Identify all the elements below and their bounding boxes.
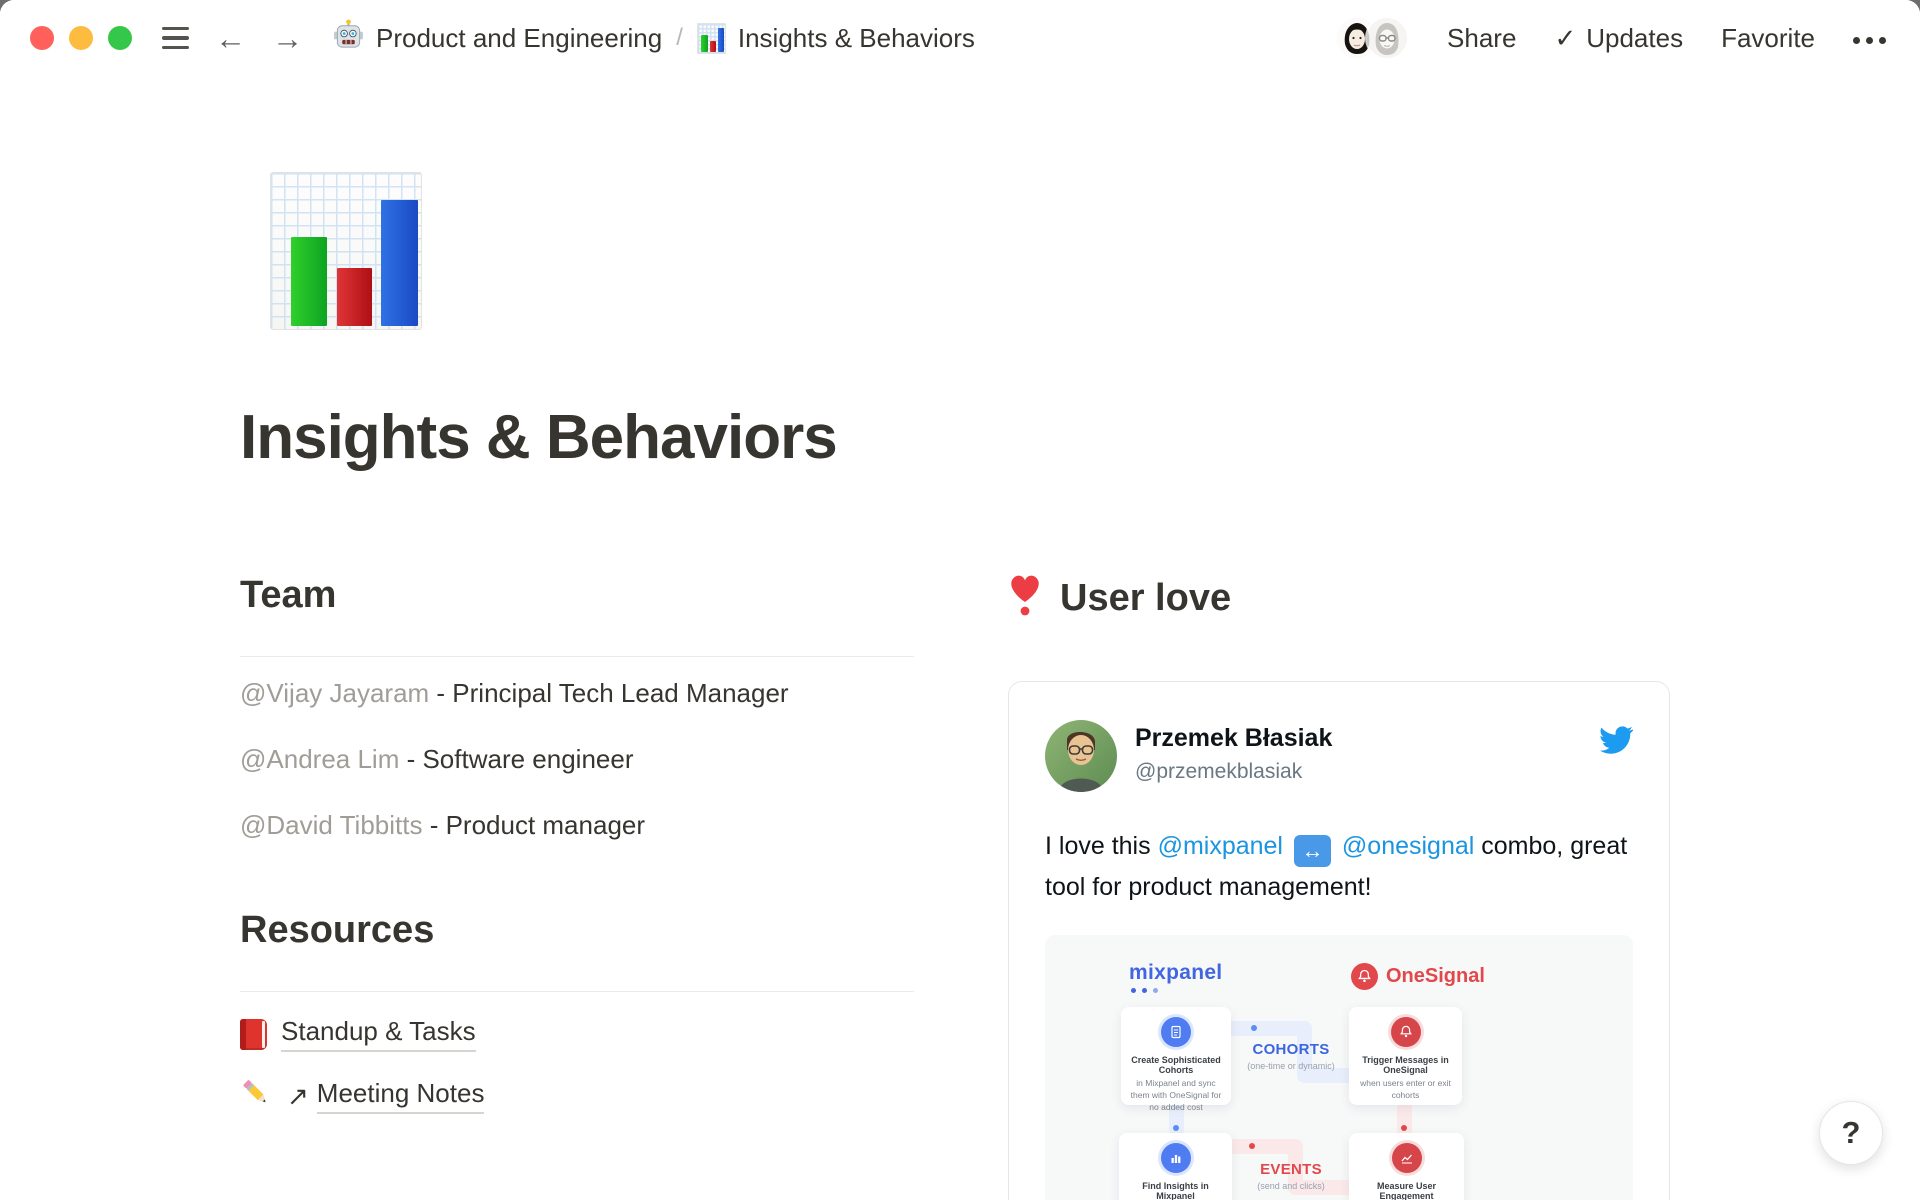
user-mention[interactable]: @David Tibbitts: [240, 810, 422, 840]
mixpanel-logo: mixpanel: [1129, 961, 1222, 993]
tweet-author-handle[interactable]: @przemekblasiak: [1135, 760, 1332, 784]
team-heading: Team: [240, 572, 914, 618]
right-column: User love: [1008, 572, 1670, 1200]
check-icon: ✓: [1554, 23, 1576, 54]
user-love-heading: User love: [1060, 575, 1231, 621]
document-icon: [1161, 1017, 1191, 1047]
red-book-icon: [240, 1019, 267, 1050]
standup-tasks-link[interactable]: Standup & Tasks: [281, 1016, 476, 1052]
left-column: Team @Vijay Jayaram - Principal Tech Lea…: [240, 572, 914, 1138]
resources-heading: Resources: [240, 907, 914, 953]
breadcrumb-workspace[interactable]: Product and Engineering: [333, 19, 662, 57]
team-member: @David Tibbitts - Product manager: [240, 805, 914, 845]
cohorts-label: COHORTS (one-time or dynamic): [1231, 1041, 1351, 1071]
close-window-button[interactable]: [30, 26, 54, 50]
meeting-notes-link[interactable]: Meeting Notes: [317, 1078, 485, 1114]
tweet-author-name[interactable]: Przemek Błasiak: [1135, 724, 1332, 753]
breadcrumb-separator: /: [676, 24, 683, 52]
viewer-avatars: [1335, 16, 1409, 60]
diagram-card-create-cohorts: Create Sophisticated Cohorts in Mixpanel…: [1121, 1007, 1231, 1105]
tweet-media-image[interactable]: mixpanel OneSignal »: [1045, 935, 1633, 1200]
onesignal-logo: OneSignal: [1351, 963, 1485, 990]
user-mention[interactable]: @Vijay Jayaram: [240, 678, 429, 708]
favorite-button[interactable]: Favorite: [1721, 23, 1815, 54]
left-right-arrow-icon: ↔: [1294, 835, 1331, 867]
heart-exclamation-icon: [1008, 572, 1042, 623]
breadcrumb-page-label: Insights & Behaviors: [738, 23, 975, 54]
resource-link-row: ↗ Meeting Notes: [240, 1076, 914, 1116]
bar-chart-icon: [697, 23, 726, 54]
breadcrumb: Product and Engineering / Insights & Beh…: [333, 19, 975, 57]
events-label: EVENTS (send and clicks): [1231, 1161, 1351, 1191]
mixpanel-mention-link[interactable]: @mixpanel: [1158, 832, 1283, 860]
avatar[interactable]: [1365, 16, 1409, 60]
onesignal-bell-icon: [1351, 963, 1378, 990]
bar-chart-icon: [1161, 1143, 1191, 1173]
updates-button[interactable]: ✓ Updates: [1554, 23, 1683, 54]
divider: [240, 656, 914, 657]
team-members: @Vijay Jayaram - Principal Tech Lead Man…: [240, 673, 914, 845]
breadcrumb-page[interactable]: Insights & Behaviors: [697, 23, 975, 54]
back-arrow-icon[interactable]: ←: [215, 23, 246, 54]
help-button[interactable]: ?: [1819, 1101, 1883, 1165]
onesignal-mention-link[interactable]: @onesignal: [1342, 832, 1474, 860]
share-button[interactable]: Share: [1447, 23, 1516, 54]
divider: [240, 991, 914, 992]
user-mention[interactable]: @Andrea Lim: [240, 744, 399, 774]
page-title[interactable]: Insights & Behaviors: [240, 402, 837, 473]
team-member: @Andrea Lim - Software engineer: [240, 739, 914, 779]
topbar: ← →: [0, 0, 1920, 76]
pencil-icon: [240, 1076, 273, 1116]
diagram-card-measure-engagement: Measure User Engagement with messages, t…: [1349, 1133, 1464, 1200]
topbar-actions: Share ✓ Updates Favorite: [1335, 16, 1886, 60]
tweet-author-avatar[interactable]: [1045, 720, 1117, 792]
tweet-embed[interactable]: Przemek Błasiak @przemekblasiak I love t…: [1008, 681, 1670, 1200]
page-icon-bar-chart[interactable]: [270, 172, 422, 330]
tweet-text: I love this @mixpanel ↔ @onesignal combo…: [1045, 826, 1635, 907]
breadcrumb-workspace-label: Product and Engineering: [376, 23, 662, 54]
robot-icon: [333, 19, 364, 57]
minimize-window-button[interactable]: [69, 26, 93, 50]
more-options-icon[interactable]: [1853, 33, 1886, 44]
notion-window: ← →: [0, 0, 1920, 1200]
resource-link-row: Standup & Tasks: [240, 1016, 914, 1052]
diagram-card-trigger-messages: Trigger Messages in OneSignal when users…: [1349, 1007, 1462, 1105]
bell-icon: [1391, 1017, 1421, 1047]
sidebar-toggle-icon[interactable]: [162, 27, 189, 50]
external-link-arrow-icon: ↗: [287, 1081, 309, 1112]
team-member: @Vijay Jayaram - Principal Tech Lead Man…: [240, 673, 914, 713]
window-controls: [30, 26, 132, 50]
forward-arrow-icon[interactable]: →: [272, 23, 303, 54]
twitter-bird-icon[interactable]: [1599, 720, 1633, 759]
updates-label: Updates: [1586, 23, 1683, 54]
diagram-card-find-insights: Find Insights in Mixpanel with powerful …: [1119, 1133, 1232, 1200]
line-chart-icon: [1392, 1143, 1422, 1173]
fullscreen-window-button[interactable]: [108, 26, 132, 50]
